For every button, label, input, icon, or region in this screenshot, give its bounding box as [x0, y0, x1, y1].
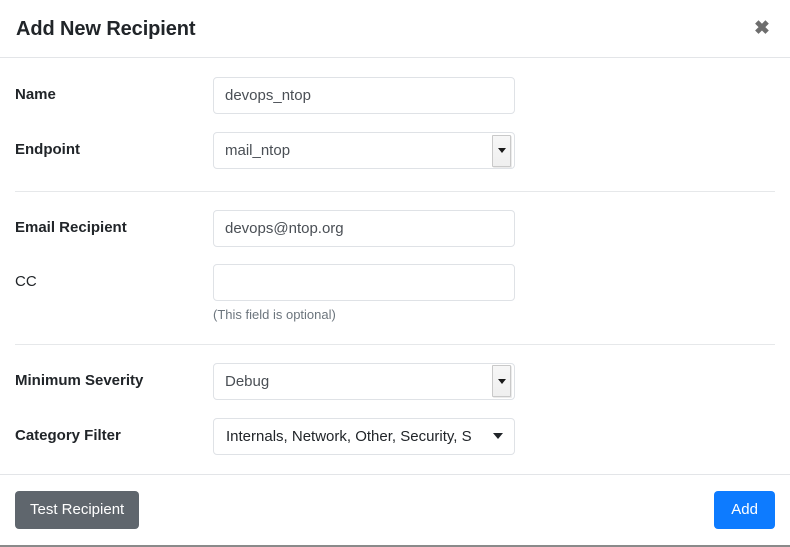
cc-field-cell: (This field is optional) — [213, 264, 775, 323]
email-recipient-input[interactable] — [213, 210, 515, 247]
endpoint-select-value: mail_ntop — [225, 142, 291, 159]
category-filter-value: Internals, Network, Other, Security, S — [226, 427, 472, 445]
endpoint-select[interactable]: mail_ntop — [213, 132, 515, 169]
form-row-category-filter: Category Filter Internals, Network, Othe… — [15, 417, 775, 455]
name-input[interactable] — [213, 77, 515, 114]
endpoint-label: Endpoint — [15, 141, 80, 158]
name-label: Name — [15, 86, 56, 103]
minimum-severity-select[interactable]: Debug — [213, 362, 515, 400]
add-new-recipient-modal: Add New Recipient ✖ Name Endpoint mail_n… — [0, 0, 790, 547]
cc-helper-text: (This field is optional) — [213, 307, 336, 322]
category-filter-label: Category Filter — [15, 426, 121, 444]
modal-body: Name Endpoint mail_ntop Email Recipient — [0, 58, 790, 474]
chevron-down-icon — [492, 134, 511, 167]
form-row-cc: CC (This field is optional) — [15, 264, 775, 323]
cc-label: CC — [15, 273, 37, 290]
form-row-minimum-severity: Minimum Severity Debug — [15, 362, 775, 400]
email-recipient-label: Email Recipient — [15, 219, 127, 236]
category-filter-field-cell: Internals, Network, Other, Security, S — [213, 417, 775, 455]
chevron-down-icon — [492, 365, 511, 398]
page-title: Add New Recipient — [16, 17, 196, 40]
caret-down-icon — [493, 433, 503, 440]
email-recipient-field-cell — [213, 210, 775, 247]
minimum-severity-select-value: Debug — [225, 372, 270, 390]
category-filter-dropdown[interactable]: Internals, Network, Other, Security, S — [213, 417, 515, 455]
add-button[interactable]: Add — [714, 491, 775, 529]
endpoint-field-cell: mail_ntop — [213, 132, 775, 169]
form-row-endpoint: Endpoint mail_ntop — [15, 132, 775, 169]
minimum-severity-label: Minimum Severity — [15, 371, 144, 389]
section-divider-2 — [15, 343, 775, 345]
modal-header: Add New Recipient ✖ — [0, 0, 790, 58]
form-row-name: Name — [15, 77, 775, 114]
test-recipient-button[interactable]: Test Recipient — [15, 491, 140, 529]
name-field-cell — [213, 77, 775, 114]
cc-input[interactable] — [213, 264, 515, 301]
form-row-email-recipient: Email Recipient — [15, 210, 775, 247]
close-icon[interactable]: ✖ — [748, 14, 776, 42]
modal-footer: Test Recipient Add — [0, 474, 790, 545]
minimum-severity-field-cell: Debug — [213, 362, 775, 400]
section-divider-1 — [15, 191, 775, 192]
